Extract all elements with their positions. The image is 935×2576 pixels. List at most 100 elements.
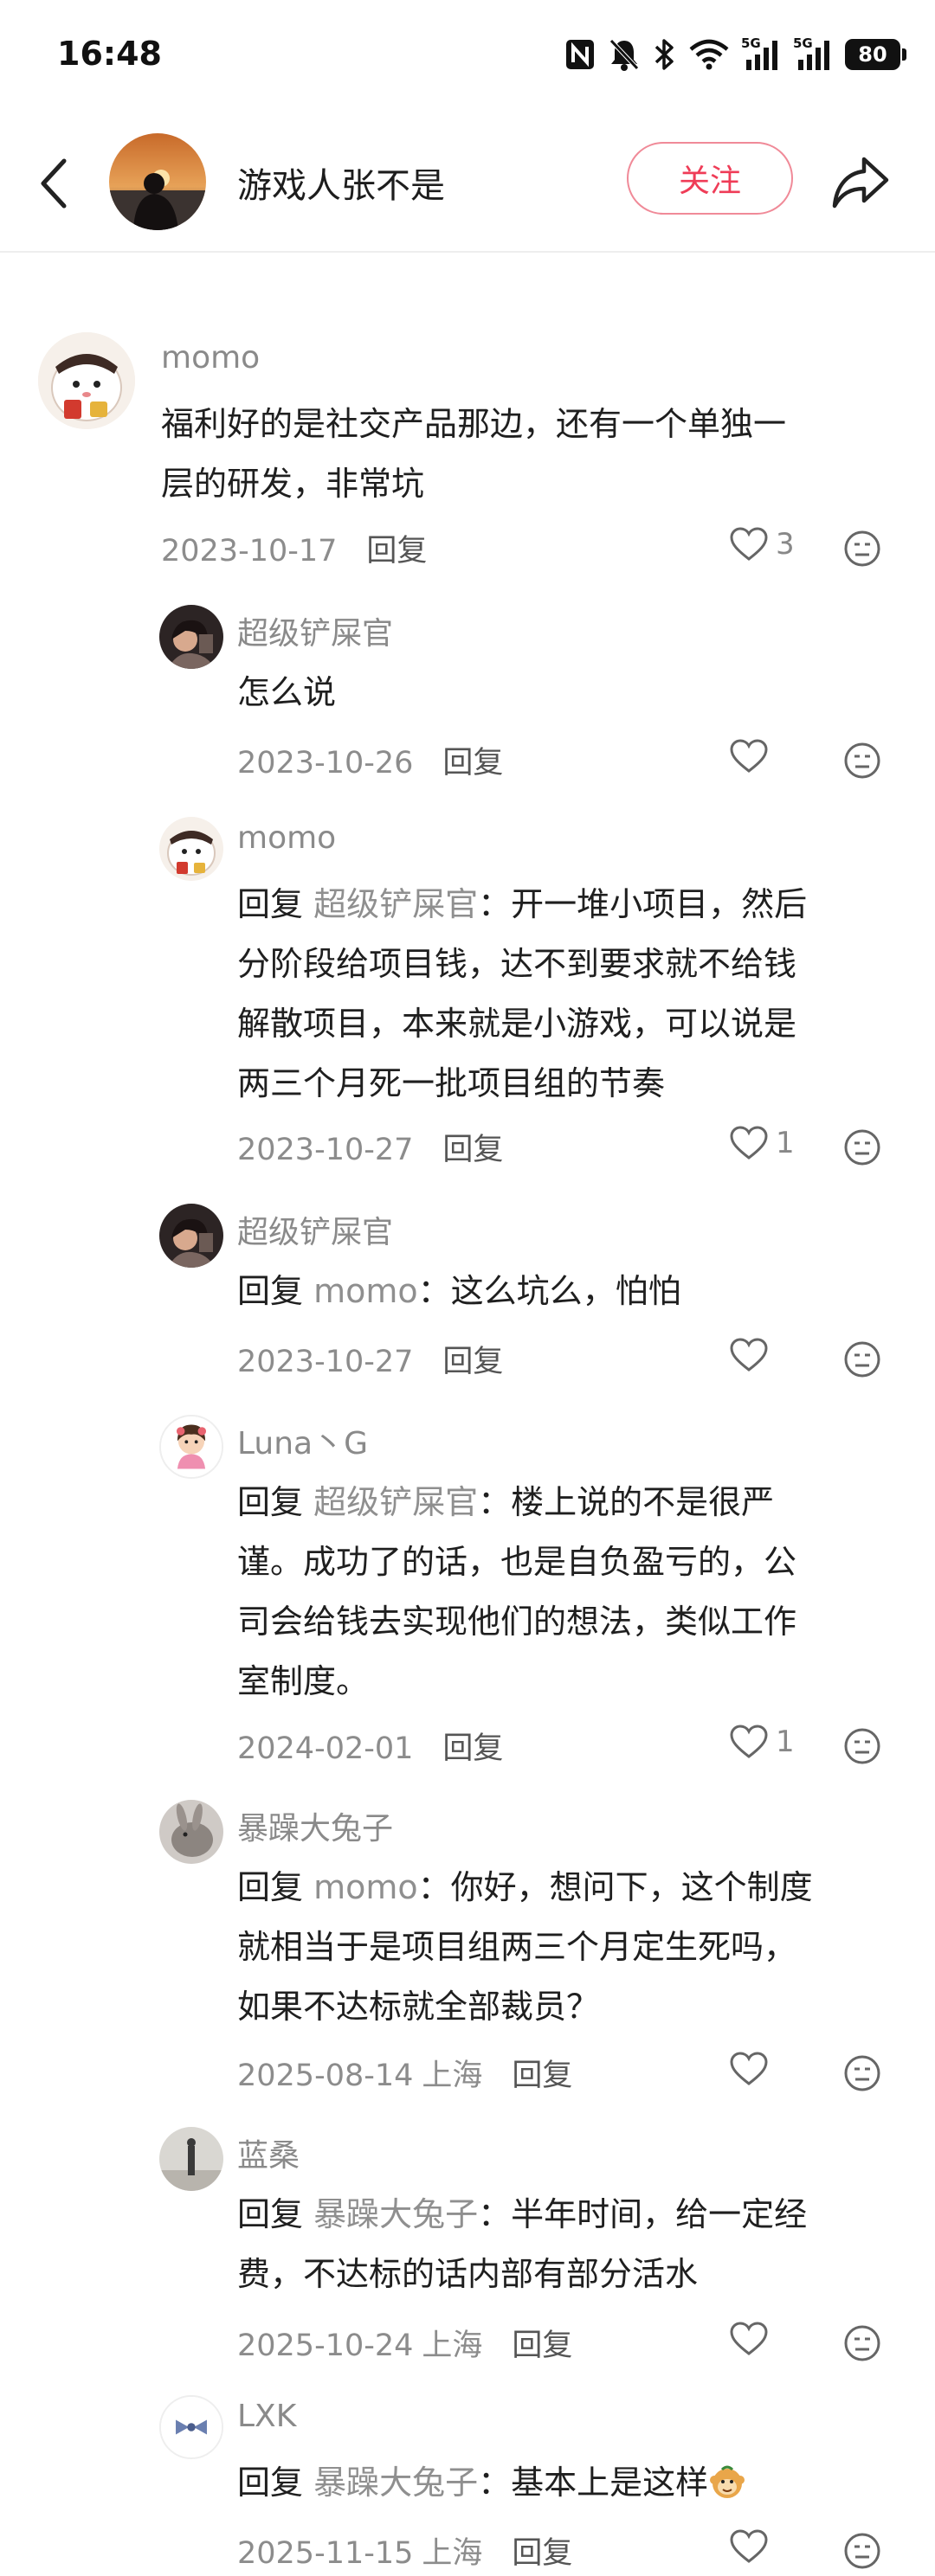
comment-text-line: ：你好，想问下，这个制度 xyxy=(417,1868,813,1906)
comment-text-line: 就相当于是项目组两三个月定生死吗， xyxy=(237,1928,797,1966)
comment-text-line: 解散项目，本来就是小游戏，可以说是 xyxy=(237,1005,797,1043)
comment-meta: 2025-11-15 上海 回复 xyxy=(237,2528,572,2573)
comment-date: 2024-02-01 xyxy=(237,1731,414,1766)
dislike-button[interactable] xyxy=(843,1128,881,1166)
comment-location: 上海 xyxy=(422,2329,483,2363)
reply-button[interactable]: 回复 xyxy=(512,2059,572,2093)
comment-text-line: 层的研发，非常坑 xyxy=(161,465,425,503)
comment-location: 上海 xyxy=(422,2059,483,2093)
comment-date: 2023-10-17 xyxy=(161,534,338,569)
like-button[interactable]: 3 xyxy=(729,526,795,562)
comment-date: 2023-10-27 xyxy=(237,1345,414,1379)
heart-icon xyxy=(730,1126,768,1160)
comment-date: 2023-10-26 xyxy=(237,746,414,781)
reply-button[interactable]: 回复 xyxy=(442,1345,503,1379)
monkey-emoji-icon xyxy=(708,2460,746,2498)
like-button[interactable] xyxy=(729,2051,769,2087)
reply-target-user[interactable]: 暴躁大兔子 xyxy=(313,2195,478,2233)
battery-icon: 80 xyxy=(845,39,906,70)
comment-username[interactable]: 暴躁大兔子 xyxy=(237,1803,393,1848)
top-nav-bar: 游戏人张不是 关注 xyxy=(0,112,935,253)
like-button[interactable] xyxy=(729,1337,769,1373)
like-count: 1 xyxy=(776,1126,795,1160)
heart-icon xyxy=(730,739,768,773)
avatar[interactable] xyxy=(159,2127,223,2191)
comment-username[interactable]: LXK xyxy=(237,2399,296,2434)
dislike-button[interactable] xyxy=(843,1727,881,1765)
avatar[interactable] xyxy=(159,1800,223,1864)
avatar[interactable] xyxy=(159,605,223,669)
avatar[interactable] xyxy=(159,1204,223,1268)
avatar[interactable] xyxy=(38,332,135,429)
comment-text: 回复 暴躁大兔子：基本上是这样 xyxy=(237,2453,921,2513)
nfc-icon xyxy=(564,38,596,71)
signal-label: 5G xyxy=(793,35,813,51)
comment-username[interactable]: Luna丶G xyxy=(237,1418,368,1463)
share-icon xyxy=(832,157,889,209)
dislike-face-icon xyxy=(844,1341,880,1378)
comment-text-line: 福利好的是社交产品那边，还有一个单独一 xyxy=(161,405,787,443)
comment-text: 怎么说 xyxy=(237,663,895,723)
reply-button[interactable]: 回复 xyxy=(366,534,427,569)
reply-button[interactable]: 回复 xyxy=(512,2536,572,2571)
share-button[interactable] xyxy=(829,152,892,211)
reply-target-user[interactable]: 暴躁大兔子 xyxy=(313,2464,478,2502)
comment-meta: 2023-10-27 回复 xyxy=(237,1337,503,1381)
author-name[interactable]: 游戏人张不是 xyxy=(237,157,445,208)
signal-label: 5G xyxy=(741,35,761,51)
reply-button[interactable]: 回复 xyxy=(442,746,503,781)
reply-button[interactable]: 回复 xyxy=(442,1133,503,1167)
comment-date: 2023-10-27 xyxy=(237,1133,414,1167)
dislike-face-icon xyxy=(844,742,880,779)
comment-text: 回复 momo：你好，想问下，这个制度 就相当于是项目组两三个月定生死吗， 如果… xyxy=(237,1858,912,2037)
follow-button[interactable]: 关注 xyxy=(627,142,793,215)
like-count: 1 xyxy=(776,1725,795,1759)
avatar[interactable] xyxy=(159,1415,223,1479)
dislike-button[interactable] xyxy=(843,742,881,780)
comment-meta: 2023-10-26 回复 xyxy=(237,738,503,782)
chevron-left-icon xyxy=(41,158,67,209)
reply-target-user[interactable]: momo xyxy=(313,1272,418,1310)
dislike-face-icon xyxy=(844,1129,880,1166)
dislike-button[interactable] xyxy=(843,530,881,568)
heart-icon xyxy=(730,2052,768,2085)
comment-date: 2025-08-14 xyxy=(237,2059,414,2093)
comment-username[interactable]: 蓝桑 xyxy=(237,2130,300,2175)
dislike-face-icon xyxy=(844,1728,880,1764)
reply-target-user[interactable]: momo xyxy=(313,1868,418,1906)
comment-username[interactable]: momo xyxy=(237,820,336,856)
comment-text-line: 费，不达标的话内部有部分活水 xyxy=(237,2255,699,2293)
comment-text-line: 两三个月死一批项目组的节奏 xyxy=(237,1064,666,1102)
like-button[interactable] xyxy=(729,2528,769,2565)
avatar[interactable] xyxy=(159,2395,223,2459)
like-button[interactable] xyxy=(729,2321,769,2357)
reply-button[interactable]: 回复 xyxy=(442,1731,503,1766)
author-avatar[interactable] xyxy=(109,133,206,230)
like-count: 3 xyxy=(776,527,795,562)
comment-text: 回复 超级铲屎官：楼上说的不是很严 谨。成功了的话，也是自负盈亏的，公 司会给钱… xyxy=(237,1473,912,1712)
comment-date: 2025-10-24 xyxy=(237,2329,414,2363)
dislike-button[interactable] xyxy=(843,2054,881,2092)
comment-username[interactable]: 超级铲屎官 xyxy=(237,1207,393,1252)
comment-text-line: 如果不达标就全部裁员？ xyxy=(237,1988,600,2026)
reply-target-user[interactable]: 超级铲屎官 xyxy=(313,1483,478,1521)
comment-meta: 2023-10-27 回复 xyxy=(237,1125,503,1169)
comment-text-line: 谨。成功了的话，也是自负盈亏的，公 xyxy=(237,1543,797,1581)
back-button[interactable] xyxy=(35,156,73,211)
dislike-button[interactable] xyxy=(843,1340,881,1378)
like-button[interactable]: 1 xyxy=(729,1724,795,1760)
comment-meta: 2025-10-24 上海 回复 xyxy=(237,2321,572,2365)
heart-icon xyxy=(730,527,768,561)
dislike-button[interactable] xyxy=(843,2324,881,2362)
dislike-button[interactable] xyxy=(843,2532,881,2570)
reply-prefix: 回复 xyxy=(237,2195,304,2233)
reply-prefix: 回复 xyxy=(237,1272,304,1310)
like-button[interactable]: 1 xyxy=(729,1125,795,1161)
like-button[interactable] xyxy=(729,738,769,774)
comment-username[interactable]: 超级铲屎官 xyxy=(237,608,393,653)
avatar[interactable] xyxy=(159,817,223,881)
heart-icon xyxy=(730,2529,768,2563)
reply-button[interactable]: 回复 xyxy=(512,2329,572,2363)
reply-target-user[interactable]: 超级铲屎官 xyxy=(313,885,478,923)
comment-username[interactable]: momo xyxy=(161,340,260,376)
